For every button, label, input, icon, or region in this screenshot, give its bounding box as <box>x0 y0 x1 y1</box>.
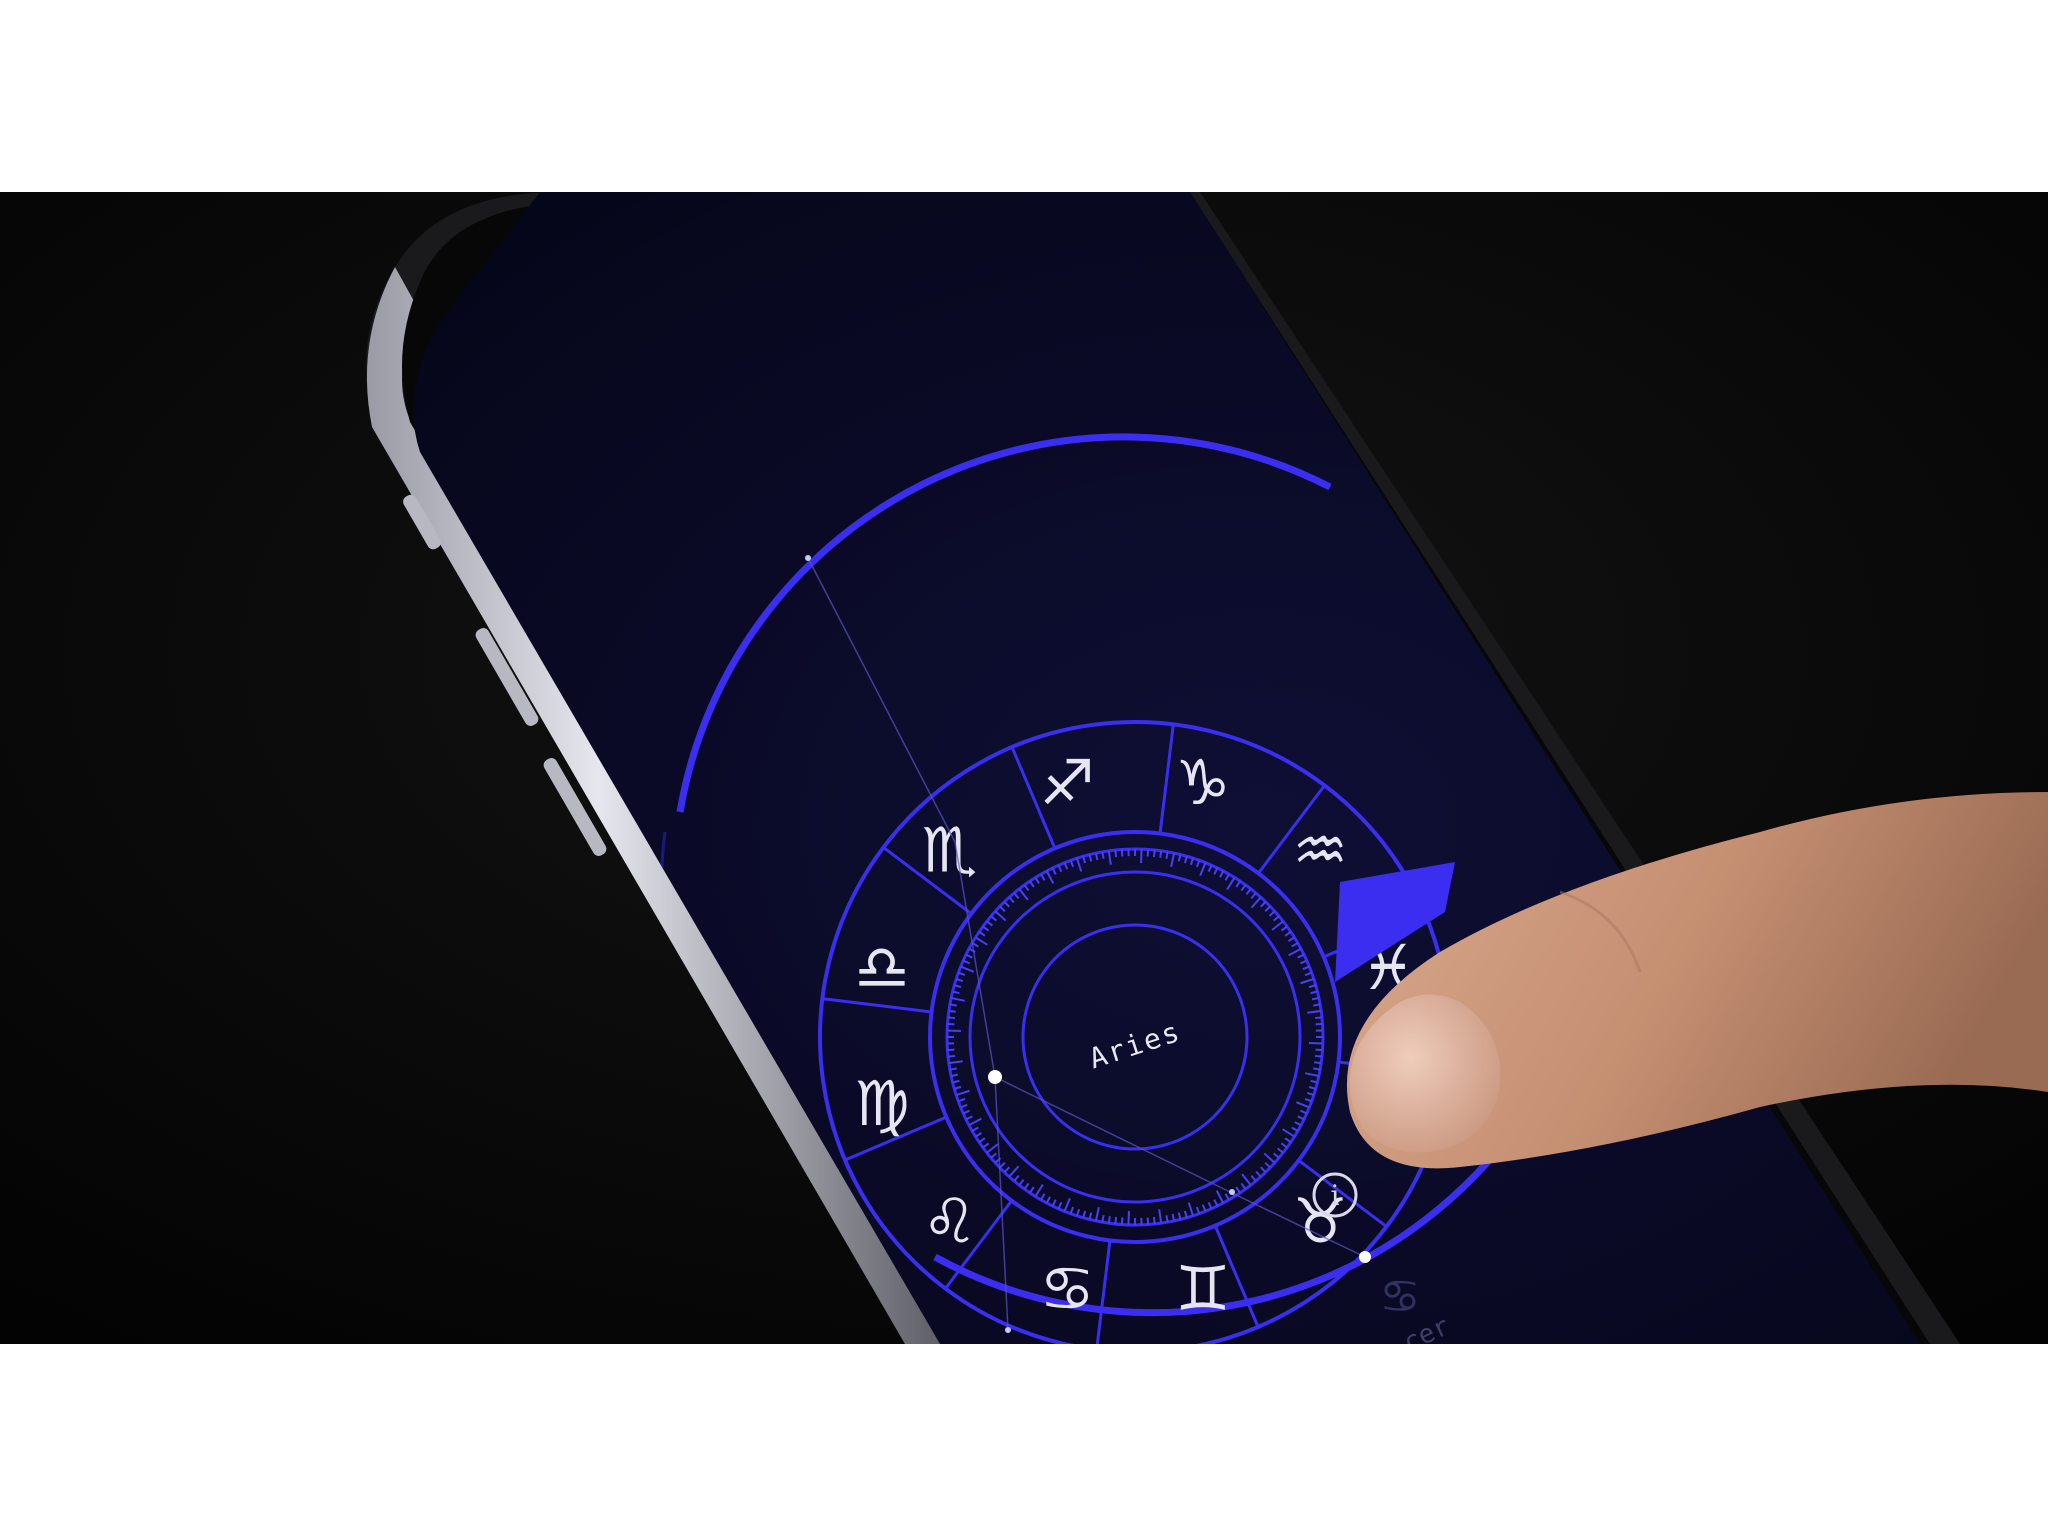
tick-mark <box>947 1054 956 1058</box>
sign-leo-icon[interactable]: ♌ <box>922 1184 978 1257</box>
sign-taurus-icon[interactable]: ♉ <box>1293 1184 1349 1257</box>
scene-svg: ♐ ♑♒♓♉♊♋♌♍♎♏ Aries i ♋ cer <box>0 192 2048 1344</box>
tick-mark <box>1120 849 1124 857</box>
sign-virgo-icon[interactable]: ♍ <box>854 1067 910 1140</box>
tick-mark <box>1165 1215 1169 1223</box>
tick-mark <box>1315 1036 1324 1039</box>
star-point <box>988 1070 1002 1084</box>
tick-mark <box>1140 1217 1143 1225</box>
info-icon-glyph: i <box>1331 1179 1340 1212</box>
tick-mark <box>1133 1217 1136 1226</box>
tick-mark <box>1134 848 1137 857</box>
star-point-5 <box>1005 1327 1011 1333</box>
sign-sagittarius-icon[interactable]: ♐ <box>1039 746 1095 819</box>
tick-mark <box>1114 849 1118 858</box>
partial-bottom-glyph: ♋ <box>1379 1269 1420 1323</box>
tick-mark <box>1315 1022 1323 1026</box>
tick-mark <box>1314 1016 1323 1020</box>
sign-scorpio-icon[interactable]: ♏ <box>922 814 978 887</box>
sign-gemini-icon[interactable]: ♊ <box>1175 1252 1231 1325</box>
tick-mark <box>946 1035 955 1038</box>
star-point-3 <box>805 555 811 561</box>
star-point-2 <box>1359 1251 1371 1263</box>
tick-mark <box>947 1042 955 1045</box>
tick-mark <box>947 1048 955 1052</box>
sign-libra-icon[interactable]: ♎ <box>854 931 910 1004</box>
tick-mark <box>1146 1217 1150 1225</box>
tick-mark <box>1127 849 1130 857</box>
image-frame: ♐ ♑ ♒ ♓ ♉ ♊ ♋ ♌ ♍ ♎ ♏ Aries i ♋ cer <box>0 0 2048 1536</box>
tick-mark <box>949 1067 957 1071</box>
tick-mark <box>1101 851 1105 859</box>
sign-capricorn-icon[interactable]: ♑ <box>1175 746 1231 819</box>
sign-cancer-icon[interactable]: ♋ <box>1039 1252 1095 1325</box>
star-point-4 <box>1229 1189 1235 1195</box>
tick-mark <box>1313 1003 1321 1007</box>
photo: ♐ ♑ ♒ ♓ ♉ ♊ ♋ ♌ ♍ ♎ ♏ Aries i ♋ cer <box>0 192 2048 1344</box>
tick-mark <box>1152 1216 1156 1225</box>
sign-aquarius-icon[interactable]: ♒ <box>1293 814 1349 887</box>
tick-mark <box>1315 1029 1323 1032</box>
